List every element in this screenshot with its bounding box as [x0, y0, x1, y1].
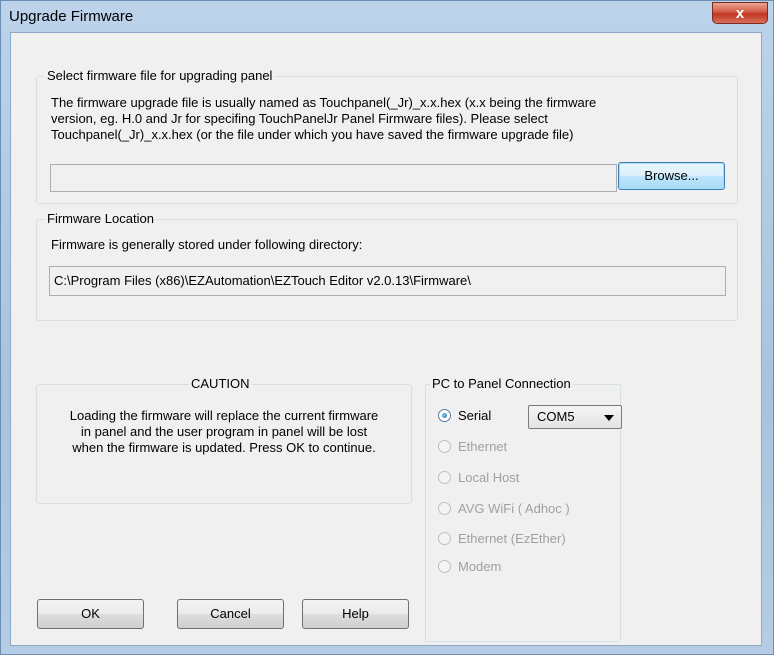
firmware-location-group-title: Firmware Location: [45, 211, 156, 227]
connection-group-title: PC to Panel Connection: [430, 376, 573, 392]
ok-button[interactable]: OK: [37, 599, 144, 629]
modem-radio-label: Modem: [458, 559, 502, 574]
upgrade-firmware-window: Upgrade Firmware x Select firmware file …: [0, 0, 774, 655]
firmware-location-group: Firmware Location Firmware is generally …: [36, 211, 738, 321]
help-button[interactable]: Help: [302, 599, 409, 629]
caution-line-3: when the firmware is updated. Press OK t…: [72, 440, 376, 455]
firmware-description-line-3: Touchpanel(_Jr)_x.x.hex (or the file und…: [51, 127, 574, 142]
serial-radio-label: Serial: [458, 408, 492, 423]
cancel-button[interactable]: Cancel: [177, 599, 284, 629]
close-button[interactable]: x: [712, 2, 768, 24]
pc-to-panel-connection-group: PC to Panel Connection Serial COM5 Ether…: [425, 376, 622, 642]
com-port-selected-value: COM5: [537, 409, 575, 424]
caution-group: CAUTION Loading the firmware will replac…: [36, 376, 412, 504]
avg-wifi-radio-label: AVG WiFi ( Adhoc ): [458, 501, 570, 516]
caution-line-2: in panel and the user program in panel w…: [80, 424, 368, 439]
chevron-down-icon: [604, 415, 614, 421]
firmware-location-path-field: C:\Program Files (x86)\EZAutomation\EZTo…: [49, 266, 726, 296]
modem-radio-button[interactable]: [438, 560, 451, 573]
serial-radio-button[interactable]: [438, 409, 451, 422]
ethernet-radio-label: Ethernet: [458, 439, 508, 454]
firmware-file-path-field[interactable]: [50, 164, 617, 192]
firmware-description-line-1: The firmware upgrade file is usually nam…: [51, 95, 597, 110]
firmware-description-line-2: version, eg. H.0 and Jr for specifing To…: [51, 111, 548, 126]
firmware-location-description: Firmware is generally stored under follo…: [51, 237, 363, 252]
select-firmware-group-title: Select firmware file for upgrading panel: [45, 68, 275, 84]
ethernet-ezether-radio-button[interactable]: [438, 532, 451, 545]
caution-line-1: Loading the firmware will replace the cu…: [69, 408, 379, 423]
ethernet-ezether-radio-label: Ethernet (EzEther): [458, 531, 566, 546]
local-host-radio-label: Local Host: [458, 470, 520, 485]
title-bar[interactable]: Upgrade Firmware x: [1, 1, 773, 31]
select-firmware-group: Select firmware file for upgrading panel…: [36, 68, 738, 204]
local-host-radio-button[interactable]: [438, 471, 451, 484]
com-port-select[interactable]: COM5: [528, 405, 622, 429]
close-icon: x: [735, 5, 745, 22]
browse-button[interactable]: Browse...: [618, 162, 725, 190]
window-title: Upgrade Firmware: [9, 8, 134, 25]
ethernet-radio-button[interactable]: [438, 440, 451, 453]
dialog-body: Select firmware file for upgrading panel…: [10, 32, 762, 646]
caution-group-title: CAUTION: [189, 376, 252, 392]
avg-wifi-radio-button[interactable]: [438, 502, 451, 515]
